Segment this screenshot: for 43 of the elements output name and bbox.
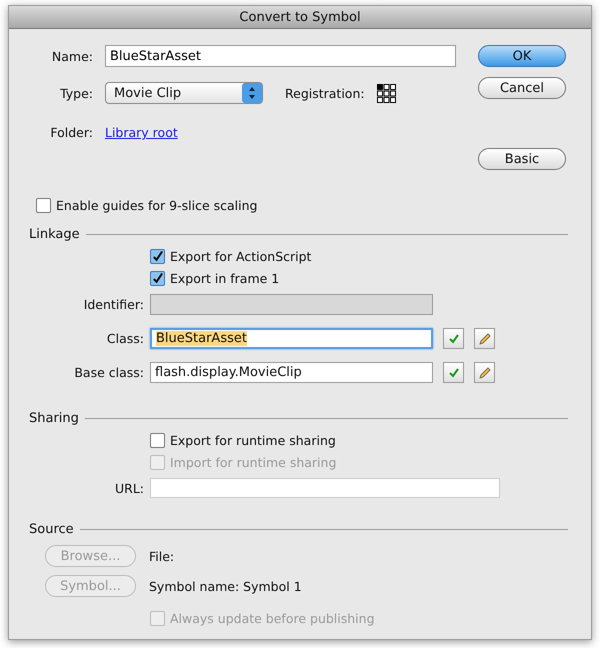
dialog-button[interactable]: Cancel [478,77,566,99]
checkbox-label: Export in frame 1 [170,271,280,286]
folder-label: Folder: [49,125,93,140]
pencil-icon [478,366,492,380]
checkbox[interactable] [150,249,165,264]
checkbox[interactable] [150,271,165,286]
checkbox[interactable] [150,433,165,448]
check-button[interactable] [443,328,464,349]
field-label: Base class: [73,365,144,380]
field-label: Class: [106,331,144,346]
checkbox-label: Export for runtime sharing [170,433,336,448]
section-heading: Linkage [29,227,80,242]
registration-grid-icon[interactable] [376,84,396,102]
edit-button[interactable] [474,328,495,349]
checkbox[interactable] [36,198,51,213]
folder-link[interactable]: Library root [105,125,178,140]
section-heading: Sharing [29,411,79,426]
field-label: Identifier: [82,297,144,312]
name-label: Name: [50,48,93,64]
source-info: Symbol name: Symbol 1 [149,578,302,594]
check-button[interactable] [443,362,464,383]
source-info: File: [149,548,174,564]
field-label: URL: [114,480,144,496]
checkbox-label: Enable guides for 9-slice scaling [56,198,258,213]
checkmark-icon [448,332,460,344]
text-field[interactable]: flash.display.MovieClip [150,362,433,383]
dialog-button[interactable]: Basic [478,148,566,170]
registration-label: Registration: [285,86,365,100]
stepper-icon [242,83,262,103]
dialog-button[interactable]: OK [478,45,566,67]
section-heading: Source [29,522,74,537]
checkbox-label: Import for runtime sharing [170,455,336,470]
pencil-icon [478,332,492,346]
text-field[interactable]: BlueStarAsset [150,328,433,349]
edit-button[interactable] [474,362,495,383]
window-title: Convert to Symbol [239,10,361,24]
checkbox-label: Always update before publishing [170,611,375,626]
type-dropdown[interactable]: Movie Clip [105,82,263,104]
type-label: Type: [59,86,93,100]
name-field[interactable]: BlueStarAsset [105,45,456,67]
url-field[interactable] [150,478,500,498]
checkmark-icon [448,366,460,378]
checkbox-label: Export for ActionScript [170,249,312,264]
